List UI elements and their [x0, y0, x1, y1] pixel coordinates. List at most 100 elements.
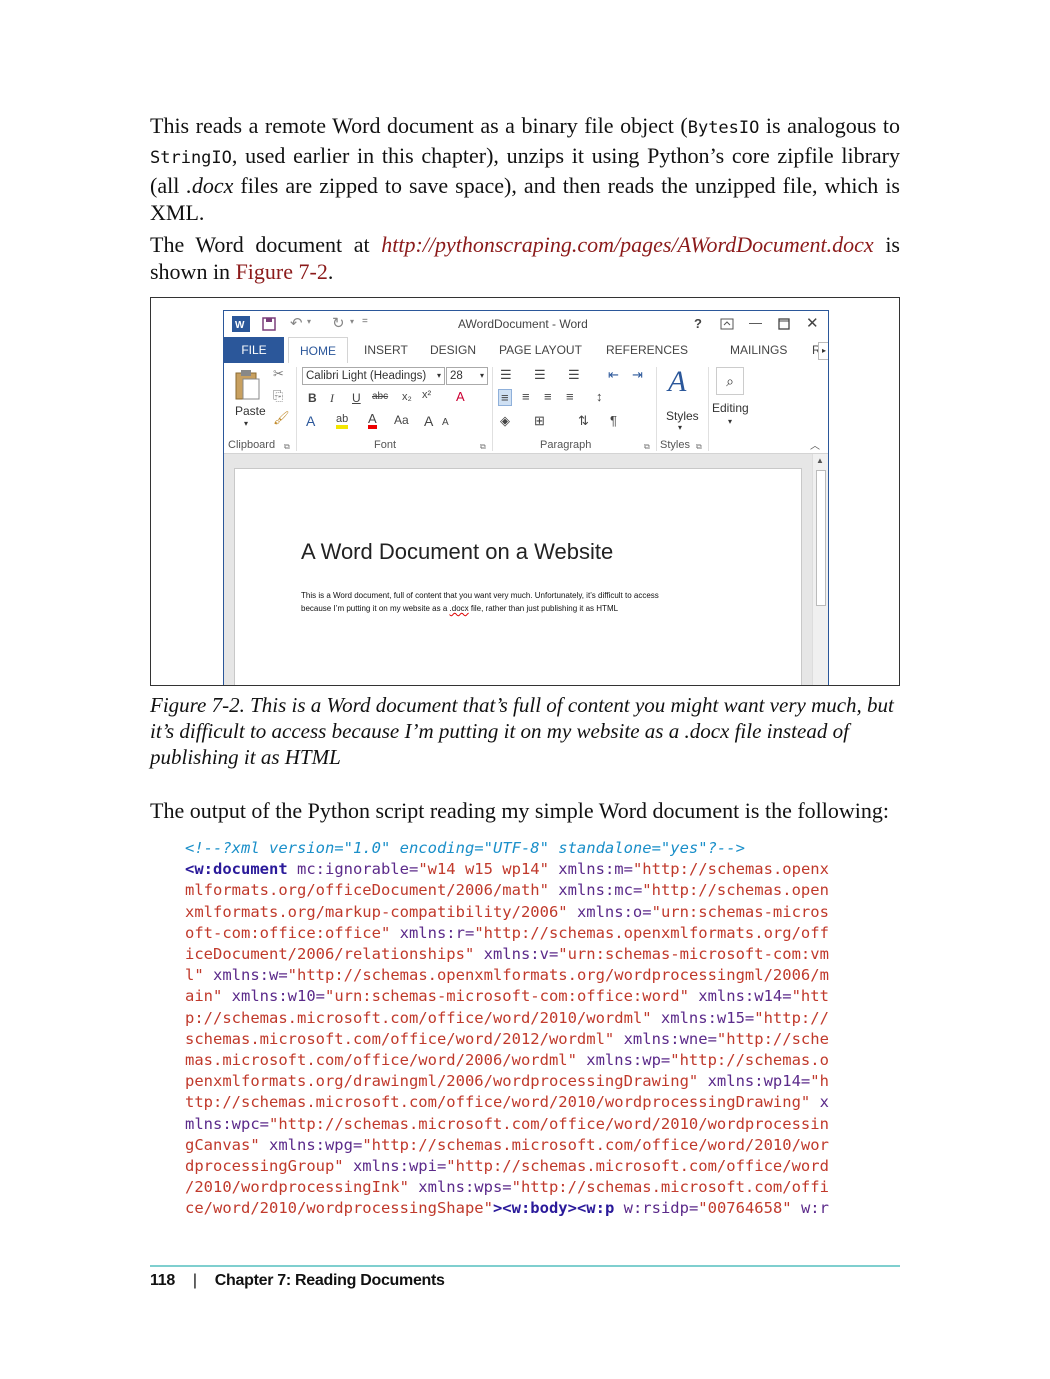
- shading-icon[interactable]: ◈: [500, 413, 510, 429]
- code-line: iceDocument/2006/relationships" xmlns:v=…: [185, 945, 829, 964]
- bold-icon[interactable]: B: [308, 391, 317, 405]
- group-label-paragraph: Paragraph: [540, 439, 592, 451]
- group-separator: [492, 367, 493, 451]
- styles-dropdown-icon[interactable]: ▾: [678, 423, 682, 432]
- code-line: /2010/wordprocessingInk" xmlns:wps="http…: [185, 1178, 829, 1197]
- sort-icon[interactable]: ⇅: [578, 413, 589, 429]
- code-line: <!--?xml version="1.0" encoding="UTF-8" …: [185, 839, 745, 857]
- copy-icon[interactable]: ⎘: [273, 388, 283, 404]
- document-heading: A Word Document on a Website: [301, 539, 614, 564]
- code-line: mas.microsoft.com/office/word/2006/wordm…: [185, 1051, 829, 1070]
- code-line: oft-com:office:office" xmlns:r="http://s…: [185, 923, 829, 942]
- text-effects-icon[interactable]: A: [306, 413, 315, 429]
- underline-icon[interactable]: U: [352, 391, 361, 405]
- italic-icon[interactable]: I: [330, 391, 334, 406]
- tab-design[interactable]: DESIGN: [430, 337, 476, 363]
- font-size-select[interactable]: 28 ▾: [446, 367, 488, 385]
- align-left-icon[interactable]: ≡: [498, 389, 512, 406]
- styles-icon[interactable]: A: [668, 365, 686, 399]
- figure-reference-link[interactable]: Figure 7-2: [236, 259, 328, 284]
- code-line: <w:document mc:ignorable="w14 w15 wp14" …: [185, 860, 829, 879]
- paste-icon[interactable]: [234, 369, 262, 401]
- collapse-ribbon-icon[interactable]: ︿: [810, 437, 820, 452]
- paste-dropdown-icon[interactable]: ▾: [244, 419, 248, 428]
- editing-label[interactable]: Editing: [712, 401, 749, 415]
- redo-icon[interactable]: ↻: [332, 314, 345, 332]
- ribbon-display-options-icon[interactable]: [720, 318, 734, 330]
- help-button[interactable]: ?: [694, 316, 702, 331]
- tab-scroll-right-icon[interactable]: ▸: [818, 342, 828, 360]
- justify-icon[interactable]: ≡: [566, 389, 574, 404]
- format-painter-icon[interactable]: 🖌: [273, 410, 290, 426]
- code-line: ce/word/2010/wordprocessingShape"><w:bod…: [185, 1199, 829, 1218]
- word-window: W ↶ ▾ ↻ ▾ = AWordDocument - Word ? — ✕ F…: [223, 310, 829, 685]
- scroll-up-icon[interactable]: ▲: [816, 456, 824, 465]
- inline-code-bytesio: BytesIO: [687, 118, 760, 138]
- document-page[interactable]: A Word Document on a Website This is a W…: [234, 468, 802, 685]
- text: files are zipped to save space), and the…: [150, 173, 900, 225]
- document-body: This is a Word document, full of content…: [301, 589, 761, 615]
- tab-references[interactable]: REFERENCES: [606, 337, 688, 363]
- clipboard-launcher-icon[interactable]: ⧉: [284, 442, 290, 452]
- show-formatting-icon[interactable]: ¶: [610, 413, 617, 428]
- customize-toolbar-icon[interactable]: =: [362, 316, 368, 327]
- bullets-icon[interactable]: ☰: [500, 367, 512, 383]
- borders-icon[interactable]: ⊞: [534, 413, 545, 429]
- shrink-font-icon[interactable]: A: [442, 417, 449, 428]
- strikethrough-icon[interactable]: abc: [372, 391, 388, 402]
- undo-icon[interactable]: ↶: [290, 314, 303, 332]
- font-name-select[interactable]: Calibri Light (Headings) ▾: [302, 367, 445, 385]
- binoculars-icon[interactable]: ⌕: [716, 367, 744, 395]
- close-icon[interactable]: ✕: [806, 314, 819, 332]
- scrollbar-thumb[interactable]: [816, 470, 826, 606]
- font-color-icon[interactable]: A: [368, 412, 377, 429]
- align-center-icon[interactable]: ≡: [522, 389, 530, 404]
- code-line: gCanvas" xmlns:wpg="http://schemas.micro…: [185, 1135, 829, 1154]
- inline-code-stringio: StringIO: [150, 148, 232, 168]
- code-line: xmlformats.org/markup-compatibility/2006…: [185, 902, 829, 921]
- styles-label[interactable]: Styles: [666, 409, 699, 423]
- paragraph-launcher-icon[interactable]: ⧉: [644, 442, 650, 452]
- styles-launcher-icon[interactable]: ⧉: [696, 442, 702, 452]
- editing-dropdown-icon[interactable]: ▾: [728, 417, 732, 426]
- save-icon[interactable]: [262, 317, 276, 331]
- decrease-indent-icon[interactable]: ⇤: [608, 367, 619, 383]
- subscript-icon[interactable]: x₂: [402, 391, 412, 403]
- text: file, rather than just publishing it as …: [468, 604, 619, 613]
- change-case-icon[interactable]: Aa: [394, 413, 409, 427]
- ribbon-tabs: FILE HOME INSERT DESIGN PAGE LAYOUT REFE…: [224, 337, 828, 364]
- vertical-scrollbar[interactable]: ▲: [812, 454, 828, 685]
- code-line: penxmlformats.org/drawingml/2006/wordpro…: [185, 1072, 829, 1091]
- maximize-icon[interactable]: [778, 318, 790, 330]
- tab-home[interactable]: HOME: [288, 337, 348, 364]
- increase-indent-icon[interactable]: ⇥: [632, 367, 643, 383]
- ribbon-home: Paste ▾ ✂ ⎘ 🖌 Clipboard ⧉ Calibri Light …: [224, 363, 828, 454]
- minimize-icon[interactable]: —: [749, 315, 762, 330]
- figure-7-2: W ↶ ▾ ↻ ▾ = AWordDocument - Word ? — ✕ F…: [150, 297, 900, 686]
- document-body-line: This is a Word document, full of content…: [301, 591, 659, 600]
- document-url-link[interactable]: http://pythonscraping.com/pages/AWordDoc…: [381, 232, 873, 257]
- redo-dropdown-icon[interactable]: ▾: [350, 317, 354, 326]
- tab-insert[interactable]: INSERT: [364, 337, 408, 363]
- multilevel-list-icon[interactable]: ☰: [568, 367, 580, 383]
- superscript-icon[interactable]: x²: [422, 389, 431, 401]
- document-area: A Word Document on a Website This is a W…: [224, 454, 828, 685]
- text: is analogous to: [759, 113, 900, 138]
- grow-font-icon[interactable]: A: [424, 413, 433, 429]
- code-line: mlns:wpc="http://schemas.microsoft.com/o…: [185, 1114, 829, 1133]
- align-right-icon[interactable]: ≡: [544, 389, 552, 404]
- tab-page-layout[interactable]: PAGE LAYOUT: [499, 337, 582, 363]
- font-launcher-icon[interactable]: ⧉: [480, 442, 486, 452]
- paste-label[interactable]: Paste: [235, 404, 266, 418]
- numbering-icon[interactable]: ☰: [534, 367, 546, 383]
- clear-formatting-icon[interactable]: A: [456, 389, 465, 404]
- document-link-paragraph: The Word document at http://pythonscrapi…: [150, 231, 900, 285]
- tab-mailings[interactable]: MAILINGS: [730, 337, 787, 363]
- code-line: l" xmlns:w="http://schemas.openxmlformat…: [185, 966, 829, 985]
- tab-file[interactable]: FILE: [224, 337, 284, 363]
- docx-italic: .docx: [186, 173, 234, 198]
- cut-icon[interactable]: ✂: [273, 366, 284, 382]
- text-highlight-icon[interactable]: ab: [336, 413, 349, 429]
- undo-dropdown-icon[interactable]: ▾: [307, 317, 311, 326]
- line-spacing-icon[interactable]: ↕: [596, 389, 603, 404]
